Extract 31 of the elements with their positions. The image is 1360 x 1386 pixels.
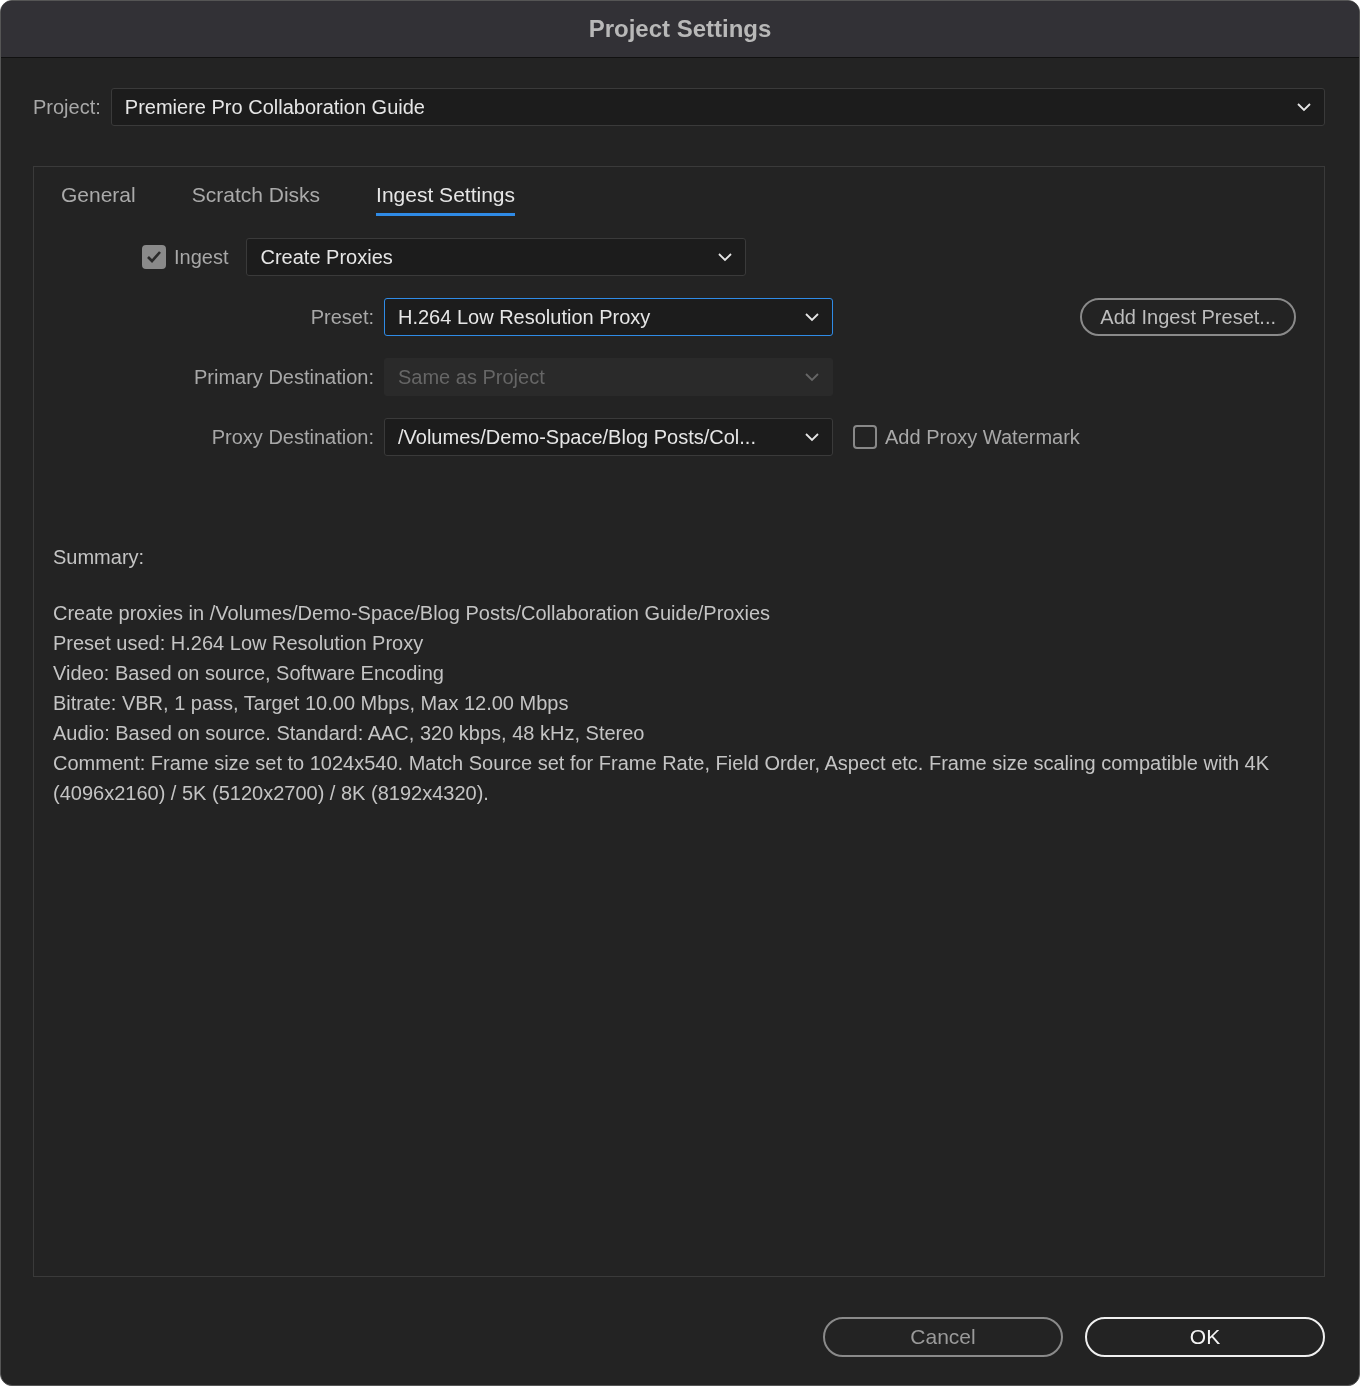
project-dropdown[interactable]: Premiere Pro Collaboration Guide	[110, 88, 1325, 126]
dialog-button[interactable]: OK	[1085, 1317, 1325, 1357]
summary-line: Video: Based on source, Software Encoding	[53, 661, 445, 686]
ingest-dropdown[interactable]: Create Proxies	[246, 238, 747, 276]
summary-line: Comment: Frame size set to 1024x540. Match Source set for Frame Rate, Field Order, Aspect etc. Frame size scaling compatible with 4K (4096x2160) / 5K (5120x2700) / 8K (8192x4320).	[53, 751, 1271, 806]
summary-line: Create proxies in /Volumes/Demo-Space/Blog Posts/Collaboration Guide/Proxies	[53, 601, 772, 626]
ingest-label: Ingest	[174, 245, 229, 269]
chevron-down-icon	[804, 432, 820, 442]
tab[interactable]: Ingest Settings	[376, 179, 515, 216]
summary-line: Preset used: H.264 Low Resolution Proxy	[53, 631, 425, 656]
chevron-down-icon	[1296, 102, 1312, 112]
dialog-button[interactable]: Cancel	[823, 1317, 1063, 1357]
dropdown[interactable]: H.264 Low Resolution Proxy	[384, 298, 833, 336]
chevron-down-icon	[717, 252, 734, 262]
watermark-label: Add Proxy Watermark	[885, 425, 1080, 449]
chevron-down-icon	[804, 372, 820, 382]
chevron-down-icon	[804, 312, 820, 322]
dropdown[interactable]: /Volumes/Demo-Space/Blog Posts/Col...	[384, 418, 833, 456]
project-label: Project:	[33, 95, 101, 119]
checkbox[interactable]	[142, 245, 166, 269]
summary-line: Audio: Based on source. Standard: AAC, 320 kbps, 48 kHz, Stereo	[53, 721, 646, 746]
checkbox[interactable]	[853, 425, 877, 449]
add-ingest-preset-button[interactable]: Add Ingest Preset...	[1080, 298, 1296, 336]
summary-heading: Summary:	[53, 545, 146, 570]
field-label: Primary Destination:	[192, 365, 375, 389]
tab[interactable]: Scratch Disks	[191, 179, 321, 216]
field-label: Preset:	[309, 305, 375, 329]
window-title: Project Settings	[588, 15, 772, 43]
tab[interactable]: General	[61, 179, 136, 216]
summary-line: Bitrate: VBR, 1 pass, Target 10.00 Mbps, Max 12.00 Mbps	[53, 691, 570, 716]
field-label: Proxy Destination:	[210, 425, 375, 449]
